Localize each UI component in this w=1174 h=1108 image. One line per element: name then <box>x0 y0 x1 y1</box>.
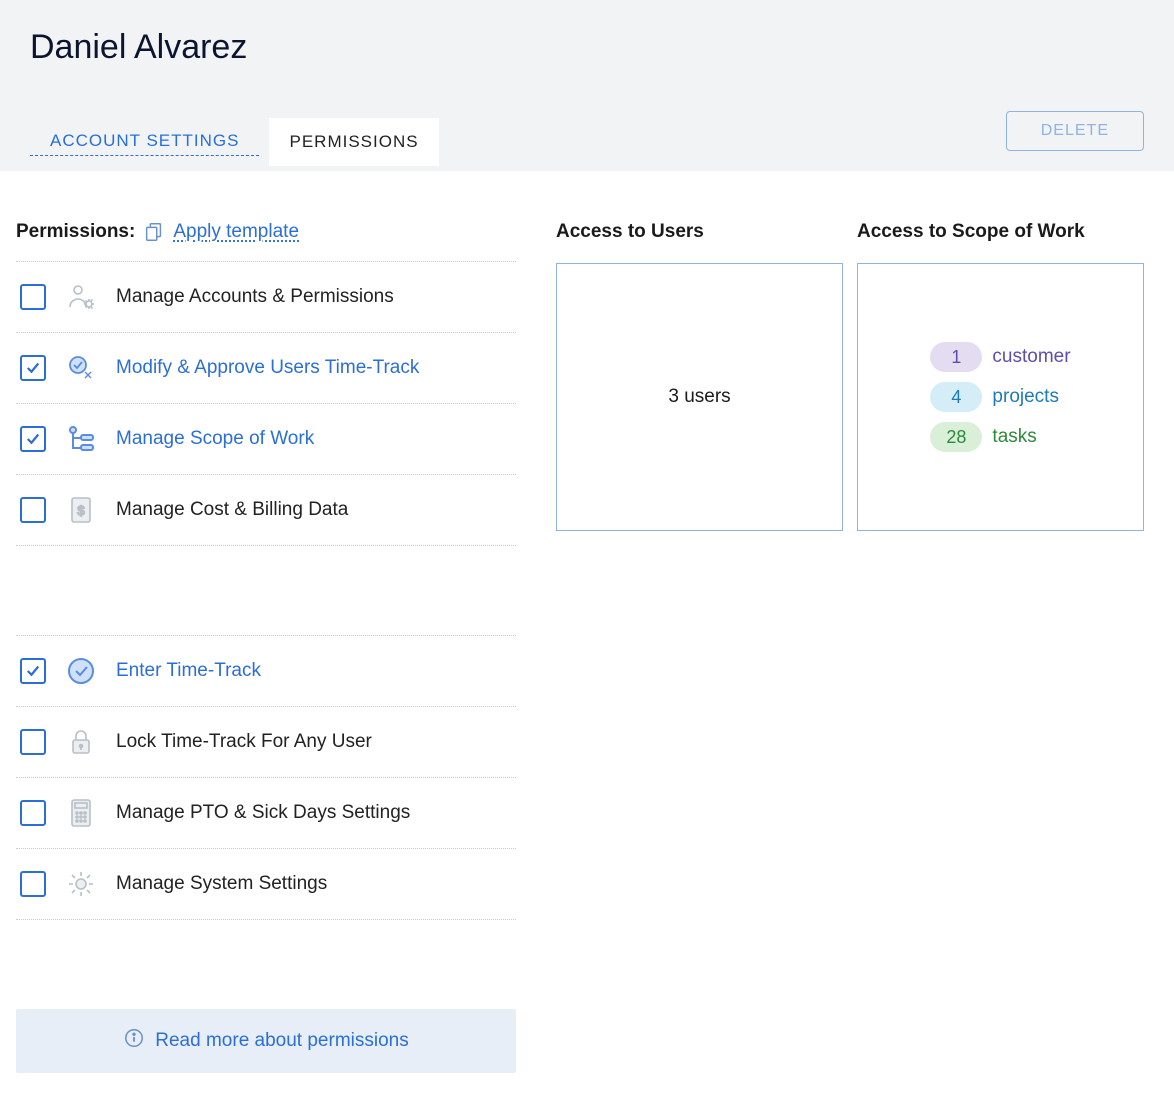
lock-icon <box>64 725 98 759</box>
permission-label: Manage System Settings <box>116 873 327 895</box>
access-users-box[interactable]: 3 users <box>556 263 843 531</box>
read-more-link[interactable]: Read more about permissions <box>16 1009 516 1073</box>
permission-row: Lock Time-Track For Any User <box>16 706 516 778</box>
delete-button[interactable]: DELETE <box>1006 111 1144 151</box>
scope-customer-row: 1 customer <box>930 342 1070 372</box>
hierarchy-icon <box>64 422 98 456</box>
access-scope-box[interactable]: 1 customer 4 projects 28 tasks <box>857 263 1144 531</box>
user-gear-icon <box>64 280 98 314</box>
access-users-value: 3 users <box>668 386 730 408</box>
permission-row: Enter Time-Track <box>16 635 516 707</box>
permission-label: Enter Time-Track <box>116 660 261 682</box>
content: Permissions: Apply template Manage Accou… <box>0 171 1174 1103</box>
calculator-icon <box>64 796 98 830</box>
scope-tasks-count: 28 <box>930 422 982 452</box>
permission-label: Manage Accounts & Permissions <box>116 286 394 308</box>
scope-projects-label: projects <box>992 386 1059 408</box>
dollar-doc-icon: $ <box>64 493 98 527</box>
scope-projects-row: 4 projects <box>930 382 1070 412</box>
scope-tasks-label: tasks <box>992 426 1036 448</box>
scope-tasks-row: 28 tasks <box>930 422 1070 452</box>
header-row: ACCOUNT SETTINGS PERMISSIONS DELETE <box>30 111 1144 171</box>
tabs: ACCOUNT SETTINGS PERMISSIONS <box>30 117 439 166</box>
clock-check-icon <box>64 654 98 688</box>
scope-summary: 1 customer 4 projects 28 tasks <box>930 342 1070 452</box>
tab-account-settings[interactable]: ACCOUNT SETTINGS <box>30 117 259 156</box>
permissions-title-row: Permissions: Apply template <box>16 221 516 243</box>
tab-permissions[interactable]: PERMISSIONS <box>269 118 438 166</box>
access-scope-column: Access to Scope of Work 1 customer 4 pro… <box>857 221 1144 1073</box>
permission-label: Manage Scope of Work <box>116 428 314 450</box>
permission-label: Manage PTO & Sick Days Settings <box>116 802 410 824</box>
permission-row: $ Manage Cost & Billing Data <box>16 474 516 546</box>
permission-row: Manage PTO & Sick Days Settings <box>16 777 516 849</box>
permission-checkbox[interactable] <box>20 497 46 523</box>
scope-customer-label: customer <box>992 346 1070 368</box>
scope-projects-count: 4 <box>930 382 982 412</box>
permission-checkbox[interactable] <box>20 355 46 381</box>
permission-group-2: Enter Time-Track Lock Time-Track For Any … <box>16 635 516 920</box>
permission-label: Modify & Approve Users Time-Track <box>116 357 419 379</box>
permission-label: Manage Cost & Billing Data <box>116 499 348 521</box>
access-users-column: Access to Users 3 users <box>556 221 843 1073</box>
permission-row: Manage Scope of Work <box>16 403 516 475</box>
permission-checkbox[interactable] <box>20 871 46 897</box>
header: Daniel Alvarez ACCOUNT SETTINGS PERMISSI… <box>0 0 1174 171</box>
permission-checkbox[interactable] <box>20 729 46 755</box>
permission-checkbox[interactable] <box>20 284 46 310</box>
access-scope-heading: Access to Scope of Work <box>857 221 1144 243</box>
svg-text:$: $ <box>77 503 85 518</box>
access-users-heading: Access to Users <box>556 221 843 243</box>
permission-checkbox[interactable] <box>20 658 46 684</box>
permission-checkbox[interactable] <box>20 426 46 452</box>
permission-checkbox[interactable] <box>20 800 46 826</box>
permissions-label: Permissions: <box>16 221 135 243</box>
read-more-label: Read more about permissions <box>155 1030 408 1052</box>
gear-icon <box>64 867 98 901</box>
template-icon <box>143 221 165 243</box>
info-icon <box>123 1027 145 1055</box>
page-title: Daniel Alvarez <box>30 28 1144 67</box>
permission-row: Manage Accounts & Permissions <box>16 261 516 333</box>
approve-icon <box>64 351 98 385</box>
permission-label: Lock Time-Track For Any User <box>116 731 372 753</box>
access-panels: Access to Users 3 users Access to Scope … <box>556 221 1144 1073</box>
permission-group-1: Manage Accounts & Permissions Modify & Ap… <box>16 261 516 546</box>
permissions-panel: Permissions: Apply template Manage Accou… <box>16 221 516 1073</box>
permission-row: Manage System Settings <box>16 848 516 920</box>
apply-template-link[interactable]: Apply template <box>173 221 299 243</box>
permission-row: Modify & Approve Users Time-Track <box>16 332 516 404</box>
scope-customer-count: 1 <box>930 342 982 372</box>
